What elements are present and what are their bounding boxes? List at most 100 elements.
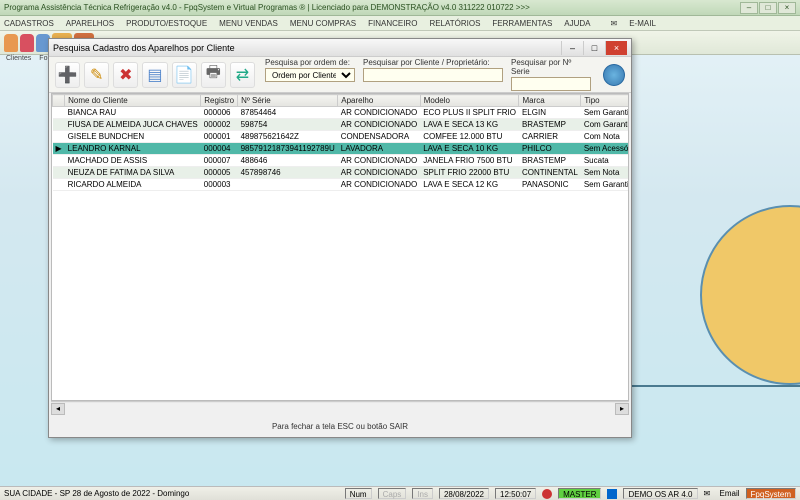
cell[interactable] xyxy=(53,131,65,143)
menu-item[interactable]: CADASTROS xyxy=(4,19,54,28)
minimize-button[interactable]: – xyxy=(740,2,758,14)
dialog-maximize-button[interactable]: □ xyxy=(583,41,605,55)
cell[interactable]: ECO PLUS II SPLIT FRIO xyxy=(420,107,519,119)
cell[interactable]: ▶ xyxy=(53,143,65,155)
table-row[interactable]: NEUZA DE FATIMA DA SILVA000005457898746A… xyxy=(53,167,630,179)
cell[interactable]: LAVADORA xyxy=(338,143,420,155)
scroll-track[interactable] xyxy=(65,403,615,415)
scroll-left-button[interactable]: ◂ xyxy=(51,403,65,415)
dialog-minimize-button[interactable]: – xyxy=(561,41,583,55)
cell[interactable] xyxy=(53,107,65,119)
cell[interactable]: SPLIT FRIO 22000 BTU xyxy=(420,167,519,179)
cell[interactable]: MACHADO DE ASSIS xyxy=(65,155,201,167)
email-icon[interactable]: ✉ xyxy=(704,489,714,499)
menu-email[interactable]: E-MAIL xyxy=(629,19,656,28)
cell[interactable]: CONDENSADORA xyxy=(338,131,420,143)
cell[interactable] xyxy=(238,179,338,191)
cell[interactable]: AR CONDICIONADO xyxy=(338,119,420,131)
dialog-hscrollbar[interactable]: ◂ ▸ xyxy=(51,401,629,415)
cell[interactable]: AR CONDICIONADO xyxy=(338,179,420,191)
cell[interactable]: Sem Garantia xyxy=(581,179,629,191)
cell[interactable]: 000003 xyxy=(201,179,238,191)
col-aparelho[interactable]: Aparelho xyxy=(338,95,420,107)
list-button[interactable]: ▤ xyxy=(142,62,167,88)
cell[interactable]: CARRIER xyxy=(519,131,581,143)
cell[interactable]: 000006 xyxy=(201,107,238,119)
export-button[interactable]: ⇄ xyxy=(230,62,255,88)
table-row[interactable]: GISELE BUNDCHEN000001489875621642ZCONDEN… xyxy=(53,131,630,143)
cell[interactable]: BRASTEMP xyxy=(519,155,581,167)
table-row[interactable]: BIANCA RAU00000687854464AR CONDICIONADOE… xyxy=(53,107,630,119)
search-order-select[interactable]: Ordem por Cliente xyxy=(265,68,355,82)
cell[interactable]: CONTINENTAL xyxy=(519,167,581,179)
print-button[interactable]: 🖶 xyxy=(201,62,226,88)
cell[interactable]: AR CONDICIONADO xyxy=(338,107,420,119)
close-button[interactable]: × xyxy=(778,2,796,14)
cell[interactable]: COMFEE 12.000 BTU xyxy=(420,131,519,143)
cell[interactable]: Sucata xyxy=(581,155,629,167)
menu-item[interactable]: FINANCEIRO xyxy=(368,19,417,28)
cell[interactable]: LEANDRO KARNAL xyxy=(65,143,201,155)
scroll-right-button[interactable]: ▸ xyxy=(615,403,629,415)
cell[interactable] xyxy=(53,167,65,179)
cell[interactable]: 87854464 xyxy=(238,107,338,119)
person-icon[interactable] xyxy=(4,34,18,52)
col-serie[interactable]: Nº Série xyxy=(238,95,338,107)
cell[interactable]: GISELE BUNDCHEN xyxy=(65,131,201,143)
cell[interactable]: Com Nota xyxy=(581,131,629,143)
cell[interactable]: PHILCO xyxy=(519,143,581,155)
cell[interactable]: 488646 xyxy=(238,155,338,167)
cell[interactable]: RICARDO ALMEIDA xyxy=(65,179,201,191)
status-brand[interactable]: FpqSystem xyxy=(746,488,796,499)
cell[interactable] xyxy=(53,179,65,191)
delete-button[interactable]: ✖ xyxy=(113,62,138,88)
refresh-button[interactable] xyxy=(603,64,625,86)
cell[interactable]: 457898746 xyxy=(238,167,338,179)
cell[interactable]: 000002 xyxy=(201,119,238,131)
table-row[interactable]: ▶LEANDRO KARNAL0000049857912187394119278… xyxy=(53,143,630,155)
cell[interactable]: LAVA E SECA 12 KG xyxy=(420,179,519,191)
record-icon[interactable] xyxy=(542,489,552,499)
menu-item[interactable]: AJUDA xyxy=(564,19,590,28)
device-icon[interactable] xyxy=(607,489,617,499)
col-registro[interactable]: Registro xyxy=(201,95,238,107)
menu-item[interactable]: PRODUTO/ESTOQUE xyxy=(126,19,207,28)
maximize-button[interactable]: □ xyxy=(759,2,777,14)
cell[interactable]: Com Garantia xyxy=(581,119,629,131)
cell[interactable]: Sem Acessórios xyxy=(581,143,629,155)
cell[interactable]: Sem Garantia xyxy=(581,107,629,119)
col-nome[interactable]: Nome do Cliente xyxy=(65,95,201,107)
results-grid[interactable]: Nome do Cliente Registro Nº Série Aparel… xyxy=(52,94,629,191)
cell[interactable]: 000007 xyxy=(201,155,238,167)
menu-item[interactable]: FERRAMENTAS xyxy=(492,19,552,28)
search-client-input[interactable] xyxy=(363,68,503,82)
cell[interactable]: 000005 xyxy=(201,167,238,179)
cell[interactable]: AR CONDICIONADO xyxy=(338,155,420,167)
cell[interactable]: NEUZA DE FATIMA DA SILVA xyxy=(65,167,201,179)
table-row[interactable]: MACHADO DE ASSIS000007488646AR CONDICION… xyxy=(53,155,630,167)
cell[interactable]: 000001 xyxy=(201,131,238,143)
cell[interactable]: AR CONDICIONADO xyxy=(338,167,420,179)
add-button[interactable]: ➕ xyxy=(55,62,80,88)
cell[interactable]: JANELA FRIO 7500 BTU xyxy=(420,155,519,167)
cell[interactable]: 598754 xyxy=(238,119,338,131)
menu-item[interactable]: RELATÓRIOS xyxy=(429,19,480,28)
col-indicator[interactable] xyxy=(53,95,65,107)
cell[interactable]: 98579121873941192789U xyxy=(238,143,338,155)
cell[interactable]: BIANCA RAU xyxy=(65,107,201,119)
col-marca[interactable]: Marca xyxy=(519,95,581,107)
menu-item[interactable]: MENU VENDAS xyxy=(219,19,278,28)
document-button[interactable]: 📄 xyxy=(172,62,197,88)
cell[interactable] xyxy=(53,155,65,167)
col-modelo[interactable]: Modelo xyxy=(420,95,519,107)
menu-item[interactable]: MENU COMPRAS xyxy=(290,19,356,28)
cell[interactable]: PANASONIC xyxy=(519,179,581,191)
dialog-close-button[interactable]: × xyxy=(605,41,627,55)
table-row[interactable]: RICARDO ALMEIDA000003 AR CONDICIONADOLAVA… xyxy=(53,179,630,191)
cell[interactable]: 489875621642Z xyxy=(238,131,338,143)
cell[interactable]: BRASTEMP xyxy=(519,119,581,131)
cell[interactable]: LAVA E SECA 13 KG xyxy=(420,119,519,131)
cell[interactable]: LAVA E SECA 10 KG xyxy=(420,143,519,155)
cell[interactable]: FIUSA DE ALMEIDA JUCA CHAVES xyxy=(65,119,201,131)
edit-button[interactable]: ✎ xyxy=(84,62,109,88)
